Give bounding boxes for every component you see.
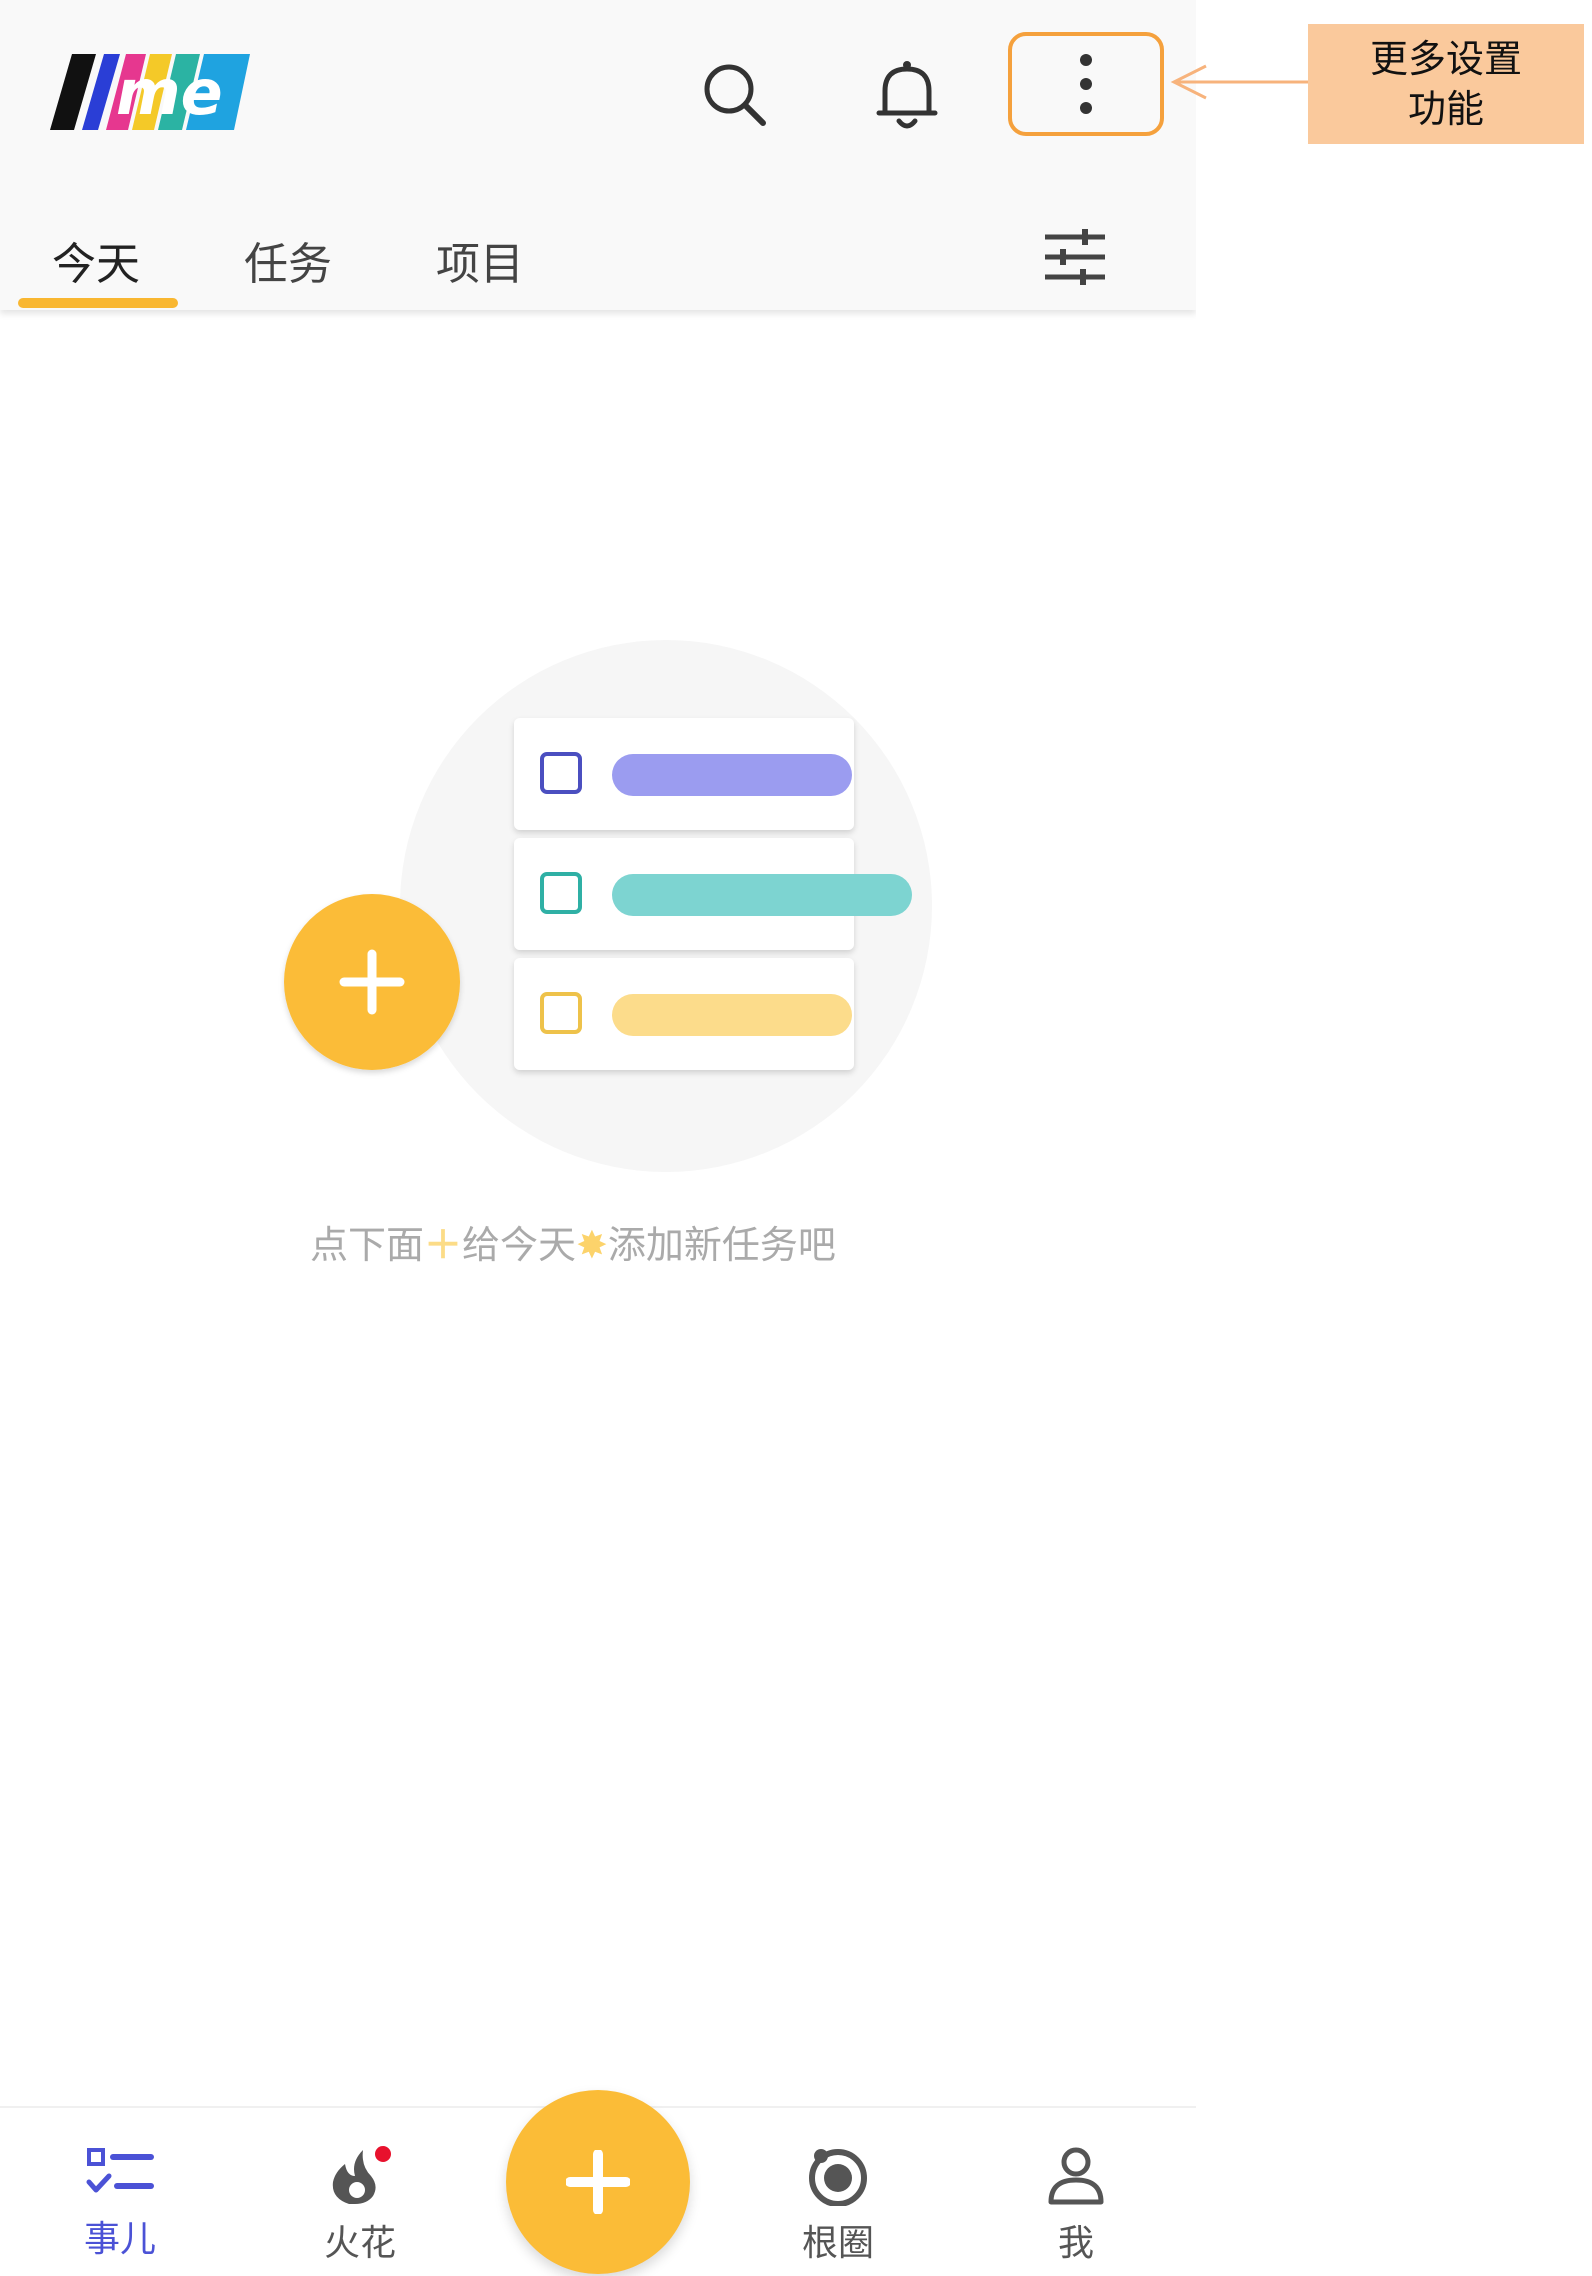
nav-label-spark: 火花 <box>323 2223 396 2264</box>
more-options-button[interactable] <box>1008 32 1164 136</box>
search-icon <box>704 64 766 126</box>
nav-item-me[interactable]: 我 <box>1006 2146 1146 2266</box>
app-bar: me 今天 任务 项目 <box>0 0 1196 310</box>
search-button[interactable] <box>690 50 780 140</box>
nav-label-circle: 根圈 <box>801 2223 874 2264</box>
sparkle-icon: ✸ <box>576 1223 608 1267</box>
sliders-icon <box>1045 229 1105 285</box>
tab-tasks[interactable]: 任务 <box>244 228 332 292</box>
tab-projects[interactable]: 项目 <box>436 228 524 292</box>
add-task-fab[interactable] <box>506 2090 690 2274</box>
empty-state-hint: 点下面＋给今天✸添加新任务吧 <box>310 1214 836 1269</box>
hint-text-1: 点下面 <box>310 1223 425 1267</box>
nav-label-me: 我 <box>1057 2223 1094 2264</box>
callout-line-2: 功能 <box>1407 87 1484 131</box>
callout-line-1: 更多设置 <box>1369 37 1522 81</box>
notifications-button[interactable] <box>862 50 952 140</box>
plus-glyph-icon: ＋ <box>424 1223 463 1267</box>
person-icon <box>1048 2147 1104 2205</box>
filter-button[interactable] <box>1030 222 1120 292</box>
bell-icon <box>876 61 938 129</box>
nav-item-tasks[interactable]: 事儿 <box>50 2146 190 2262</box>
plus-icon <box>566 2150 630 2214</box>
orbit-icon <box>809 2149 867 2207</box>
nav-item-spark[interactable]: 火花 <box>290 2146 430 2266</box>
flame-icon <box>332 2146 391 2204</box>
logo-text: me <box>116 56 223 129</box>
phone-screen: me 今天 任务 项目 点下面＋给今天✸添加新任务吧 事儿 火花 根圈 我 <box>0 0 1196 2276</box>
app-logo: me <box>50 54 250 130</box>
hint-text-2: 给今天 <box>462 1223 577 1267</box>
notification-dot <box>375 2146 391 2162</box>
more-vertical-icon <box>1080 54 1092 114</box>
active-tab-indicator <box>18 298 178 308</box>
annotation-callout: 更多设置 功能 <box>1308 24 1584 144</box>
empty-state-illustration <box>284 640 932 1172</box>
callout-arrow <box>1170 64 1310 100</box>
tab-today[interactable]: 今天 <box>52 228 140 292</box>
hint-text-3: 添加新任务吧 <box>607 1223 836 1267</box>
checklist-icon <box>86 2148 154 2193</box>
nav-label-tasks: 事儿 <box>83 2219 156 2260</box>
nav-item-circle[interactable]: 根圈 <box>768 2146 908 2266</box>
